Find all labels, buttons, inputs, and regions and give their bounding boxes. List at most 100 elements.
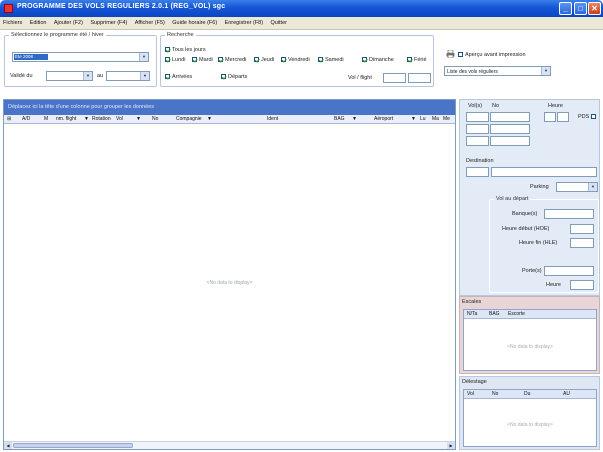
filter-icon[interactable]: ▼ <box>136 116 141 122</box>
chevron-down-icon[interactable]: ▼ <box>140 72 149 80</box>
column-header[interactable]: ⊞ <box>7 116 11 122</box>
column-header-compagnie[interactable]: Compagnie <box>176 116 202 122</box>
portes-input[interactable] <box>544 266 594 276</box>
all-days-checkbox[interactable]: Tous les jours <box>165 47 206 53</box>
program-select[interactable]: Ete 2008 ▼ <box>12 52 149 62</box>
no-input[interactable] <box>490 112 530 122</box>
menu-afficher[interactable]: Afficher (F5) <box>135 17 165 30</box>
day-checkbox-mardi[interactable]: Mardi <box>192 57 213 63</box>
vol-input-3[interactable] <box>466 136 489 146</box>
column-header-nta[interactable]: N/Ta <box>467 311 477 317</box>
escales-grid[interactable]: N/Ta BAG Escorte <No data to display> <box>463 309 597 371</box>
title-bar: PROGRAMME DES VOLS REGULIERS 2.0.1 (REG_… <box>0 0 603 17</box>
day-checkbox-ferie[interactable]: Férié <box>407 57 427 63</box>
minimize-button[interactable]: _ <box>559 2 572 15</box>
day-checkbox-dimanche[interactable]: Dimanche <box>362 57 394 63</box>
checkbox-checked-icon <box>254 57 259 62</box>
day-checkbox-mercredi[interactable]: Mercredi <box>218 57 246 63</box>
column-header-aeroport[interactable]: Aéroport <box>374 116 393 122</box>
column-header-m[interactable]: M <box>44 116 48 122</box>
column-header-me[interactable]: Me <box>443 116 450 122</box>
flight-number-input[interactable] <box>408 73 431 83</box>
filter-icon[interactable]: ▼ <box>352 116 357 122</box>
grid-no-data: <No data to display> <box>206 280 253 286</box>
column-header-ident[interactable]: Ident <box>267 116 278 122</box>
checkbox-checked-icon <box>362 57 367 62</box>
column-header-nm-flight[interactable]: nm. flight <box>56 116 76 122</box>
valid-from-select[interactable]: ▼ <box>46 71 93 81</box>
escales-panel: Escales N/Ta BAG Escorte <No data to dis… <box>459 296 600 374</box>
destination-name-input[interactable] <box>491 167 597 177</box>
column-header-au[interactable]: AU <box>563 391 570 397</box>
heure-input-2[interactable] <box>570 280 594 290</box>
menu-supprimer[interactable]: Supprimer (F4) <box>90 17 127 30</box>
grid-column-header: ⊞ A/D M nm. flight ▼ Rotation Vol ▼ No C… <box>4 115 455 124</box>
filter-icon[interactable]: ▼ <box>411 116 416 122</box>
chevron-down-icon[interactable]: ▼ <box>139 53 148 61</box>
flights-grid[interactable]: Déplacez ici la tête d'une colonne pour … <box>3 99 456 450</box>
delestage-header: Vol No Du AU <box>464 390 596 399</box>
menu-edition[interactable]: Edition <box>30 17 47 30</box>
column-header-bag[interactable]: BAG <box>489 311 500 317</box>
portes-label: Porte(s) <box>522 268 542 274</box>
banque-input[interactable] <box>544 209 594 219</box>
column-header-bag[interactable]: BAG <box>334 116 345 122</box>
scroll-left-icon[interactable]: ◀ <box>4 442 12 449</box>
report-select[interactable]: Liste des vols réguliers ▼ <box>444 66 551 76</box>
maximize-button[interactable]: □ <box>574 2 587 15</box>
chevron-down-icon[interactable]: ▼ <box>83 72 92 80</box>
menu-fichiers[interactable]: Fichiers <box>3 17 22 30</box>
horizontal-scrollbar[interactable]: ◀ ▶ <box>4 441 455 449</box>
column-header-ma[interactable]: Ma <box>432 116 439 122</box>
destination-code-input[interactable] <box>466 167 489 177</box>
menu-guide-horaire[interactable]: Guide horaire (F6) <box>172 17 217 30</box>
checkbox-checked-icon <box>165 57 170 62</box>
column-header-rotation[interactable]: Rotation <box>92 116 111 122</box>
column-header-escorte[interactable]: Escorte <box>508 311 525 317</box>
flight-code-input[interactable] <box>383 73 406 83</box>
menu-enregistrer[interactable]: Enregistrer (F8) <box>225 17 264 30</box>
day-checkbox-samedi[interactable]: Samedi <box>318 57 344 63</box>
vol-input[interactable] <box>466 112 489 122</box>
valid-to-select[interactable]: ▼ <box>106 71 150 81</box>
column-header-lu[interactable]: Lu <box>420 116 426 122</box>
day-checkbox-lundi[interactable]: Lundi <box>165 57 185 63</box>
no-input-2[interactable] <box>490 124 530 134</box>
scroll-right-icon[interactable]: ▶ <box>447 442 455 449</box>
filter-area: Sélectionnez le programme été / hiver Et… <box>0 30 603 91</box>
pds-checkbox[interactable] <box>591 114 598 120</box>
heure-minute-input[interactable] <box>557 112 569 122</box>
heure-fin-input[interactable] <box>570 238 594 248</box>
column-header-no[interactable]: No <box>492 391 498 397</box>
print-preview-checkbox[interactable]: Aperçu avant impression <box>458 52 526 58</box>
chevron-down-icon[interactable]: ▼ <box>588 183 597 191</box>
column-header-no[interactable]: No <box>152 116 158 122</box>
departures-checkbox[interactable]: Départs <box>221 74 247 80</box>
column-header-vol[interactable]: Vol <box>116 116 123 122</box>
heure-hour-input[interactable] <box>544 112 556 122</box>
printer-icon[interactable] <box>446 49 455 59</box>
day-label: Jeudi <box>261 57 275 63</box>
day-checkbox-vendredi[interactable]: Vendredi <box>281 57 310 63</box>
vol-input-2[interactable] <box>466 124 489 134</box>
detail-pane: Vol(s) No Heure PDS Destination Parking … <box>459 99 600 296</box>
column-header-vol[interactable]: Vol <box>467 391 474 397</box>
no-input-3[interactable] <box>490 136 530 146</box>
chevron-down-icon[interactable]: ▼ <box>541 67 550 75</box>
group-panel[interactable]: Déplacez ici la tête d'une colonne pour … <box>4 100 455 115</box>
day-checkbox-jeudi[interactable]: Jeudi <box>254 57 274 63</box>
menu-bar: Fichiers Edition Ajouter (F2) Supprimer … <box>0 17 603 30</box>
delestage-grid[interactable]: Vol No Du AU <No data to display> <box>463 389 597 447</box>
arrivals-checkbox[interactable]: Arrivées <box>165 74 192 80</box>
close-button[interactable]: ✕ <box>588 2 601 15</box>
scrollbar-thumb[interactable] <box>13 443 133 448</box>
column-header-ad[interactable]: A/D <box>22 116 30 122</box>
valid-to-label: au <box>97 73 104 79</box>
heure-debut-input[interactable] <box>570 224 594 234</box>
menu-quitter[interactable]: Quitter <box>270 17 287 30</box>
filter-icon[interactable]: ▼ <box>84 116 89 122</box>
filter-icon[interactable]: ▼ <box>207 116 212 122</box>
parking-select[interactable]: ▼ <box>556 182 598 192</box>
menu-ajouter[interactable]: Ajouter (F2) <box>54 17 83 30</box>
column-header-du[interactable]: Du <box>524 391 530 397</box>
